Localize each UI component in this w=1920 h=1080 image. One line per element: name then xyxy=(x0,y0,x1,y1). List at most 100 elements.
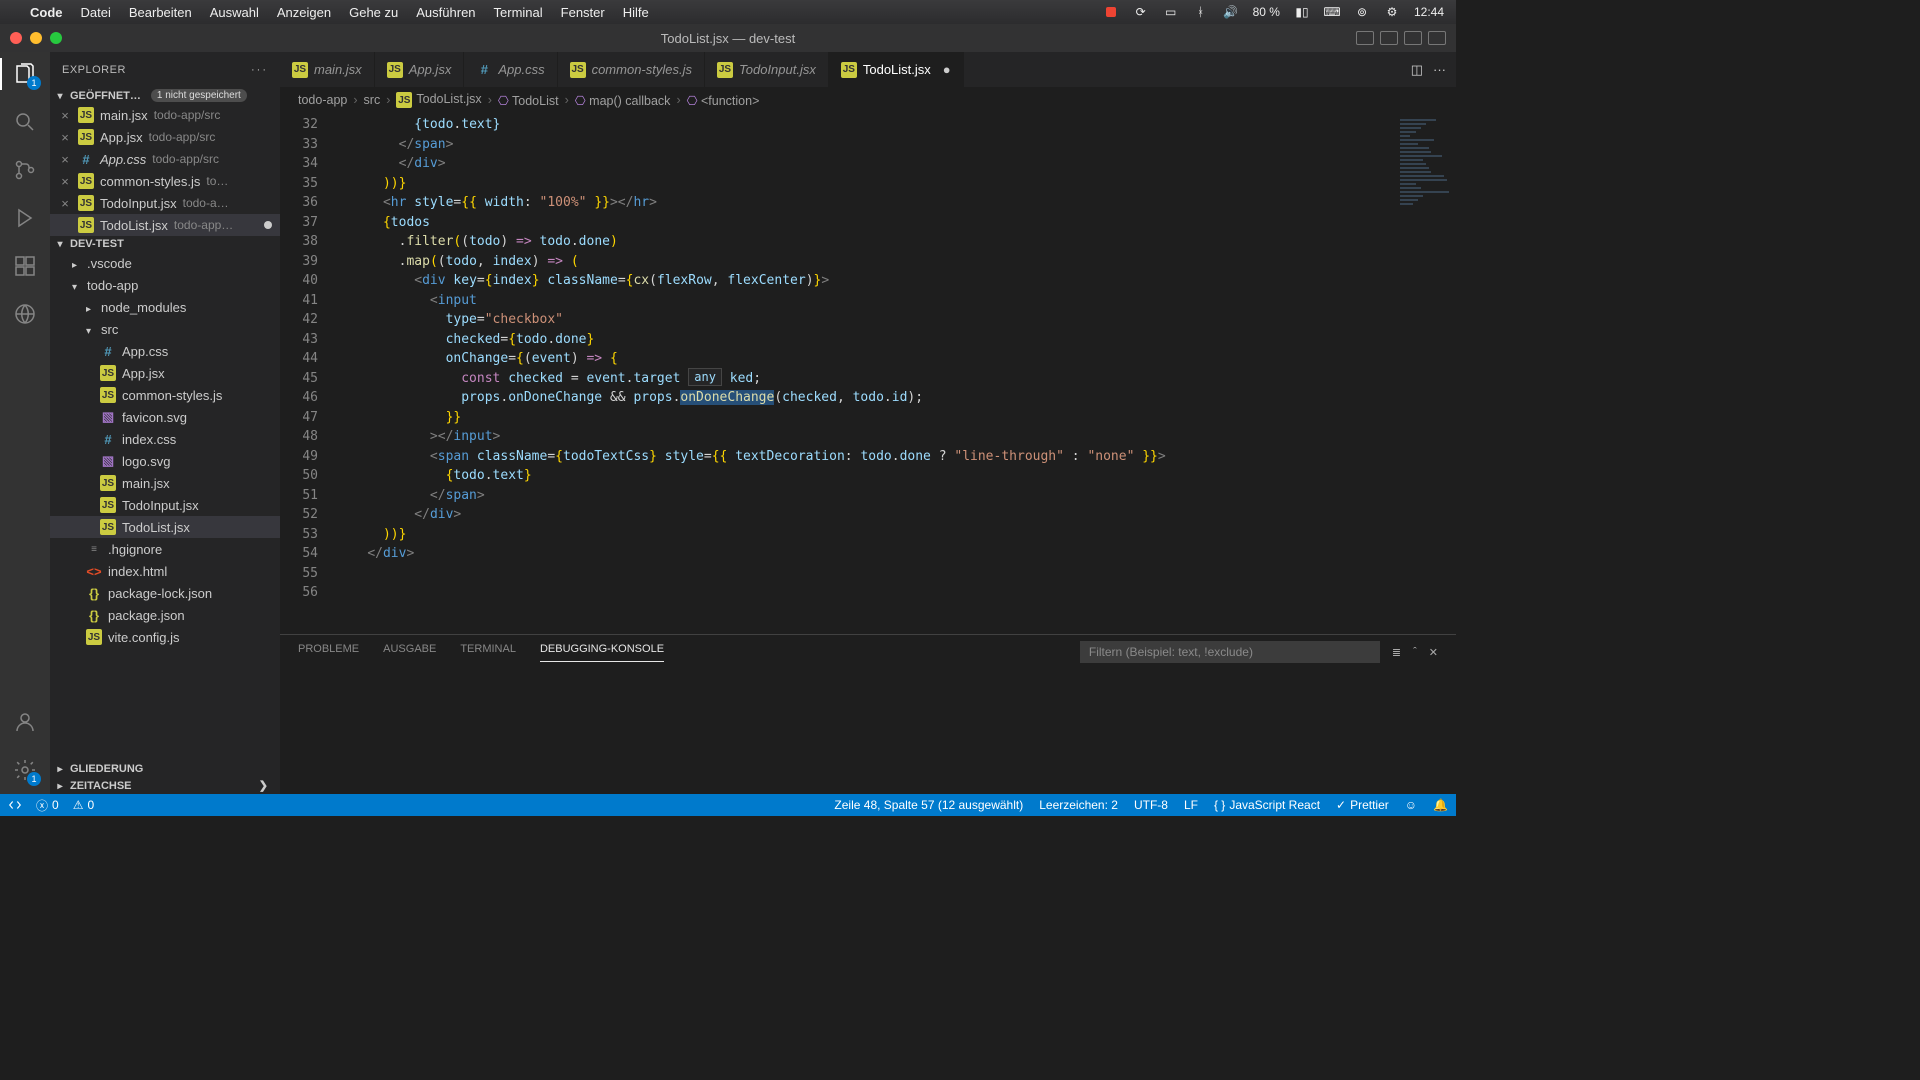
editor-tab[interactable]: JScommon-styles.js xyxy=(558,52,705,87)
feedback-icon[interactable]: ☺ xyxy=(1405,798,1417,812)
open-editor-item[interactable]: ×#App.css todo-app/src xyxy=(50,148,280,170)
menu-fenster[interactable]: Fenster xyxy=(561,5,605,20)
breadcrumb-item[interactable]: src xyxy=(364,93,381,107)
clock[interactable]: 12:44 xyxy=(1414,5,1444,19)
keyboard-icon[interactable]: ⌨ xyxy=(1324,4,1340,20)
layout-icon[interactable] xyxy=(1428,31,1446,45)
tab-more-icon[interactable]: ··· xyxy=(1433,62,1446,77)
editor-tab[interactable]: #App.css xyxy=(464,52,557,87)
close-icon[interactable]: × xyxy=(58,196,72,211)
file-item[interactable]: #index.css xyxy=(50,428,280,450)
bell-icon[interactable]: 🔔 xyxy=(1433,798,1448,812)
close-icon[interactable]: × xyxy=(58,174,72,189)
outline-header[interactable]: GLIEDERUNG xyxy=(50,761,280,777)
close-icon[interactable]: × xyxy=(58,130,72,145)
breadcrumb-item[interactable]: ⎔ map() callback xyxy=(575,93,671,108)
language-status[interactable]: { } JavaScript React xyxy=(1214,798,1320,812)
folder-item[interactable]: src xyxy=(50,318,280,340)
extensions-icon[interactable] xyxy=(11,252,39,280)
open-editors-header[interactable]: GEÖFFNET… 1 nicht gespeichert xyxy=(50,87,280,104)
file-item[interactable]: {}package.json xyxy=(50,604,280,626)
breadcrumb-item[interactable]: todo-app xyxy=(298,93,347,107)
menu-hilfe[interactable]: Hilfe xyxy=(623,5,649,20)
editor-tab[interactable]: JSTodoList.jsx xyxy=(829,52,964,87)
file-item[interactable]: JSvite.config.js xyxy=(50,626,280,648)
file-item[interactable]: ≡.hgignore xyxy=(50,538,280,560)
file-item[interactable]: {}package-lock.json xyxy=(50,582,280,604)
panel-tab-terminal[interactable]: TERMINAL xyxy=(460,643,516,661)
open-editor-item[interactable]: ×JSTodoInput.jsx todo-a… xyxy=(50,192,280,214)
menu-geheztu[interactable]: Gehe zu xyxy=(349,5,398,20)
encoding-status[interactable]: UTF-8 xyxy=(1134,798,1168,812)
breadcrumb-item[interactable]: ⎔ TodoList xyxy=(498,93,559,108)
menu-auswahl[interactable]: Auswahl xyxy=(210,5,259,20)
breadcrumbs[interactable]: todo-app›src›JSTodoList.jsx›⎔ TodoList›⎔… xyxy=(280,87,1456,113)
menu-terminal[interactable]: Terminal xyxy=(494,5,543,20)
remote-icon[interactable] xyxy=(11,300,39,328)
file-item[interactable]: JSTodoInput.jsx xyxy=(50,494,280,516)
app-name[interactable]: Code xyxy=(30,5,63,20)
file-item[interactable]: <>index.html xyxy=(50,560,280,582)
panel-collapse-icon[interactable]: ˆ xyxy=(1413,646,1417,658)
close-window[interactable] xyxy=(10,32,22,44)
menu-anzeigen[interactable]: Anzeigen xyxy=(277,5,331,20)
file-item[interactable]: #App.css xyxy=(50,340,280,362)
close-icon[interactable]: × xyxy=(58,152,72,167)
errors-status[interactable]: ⓧ 0 xyxy=(36,797,59,814)
menu-datei[interactable]: Datei xyxy=(81,5,111,20)
folder-item[interactable]: node_modules xyxy=(50,296,280,318)
record-icon[interactable] xyxy=(1103,4,1119,20)
open-editor-item[interactable]: ×JScommon-styles.js to… xyxy=(50,170,280,192)
volume-icon[interactable]: 🔊 xyxy=(1223,4,1239,20)
battery-icon[interactable]: ▮▯ xyxy=(1294,4,1310,20)
file-item[interactable]: ▧logo.svg xyxy=(50,450,280,472)
panel-bottom-icon[interactable] xyxy=(1380,31,1398,45)
source-control-icon[interactable] xyxy=(11,156,39,184)
folder-item[interactable]: todo-app xyxy=(50,274,280,296)
panel-tab-debug-console[interactable]: DEBUGGING-KONSOLE xyxy=(540,643,664,662)
gear-icon[interactable]: 1 xyxy=(11,756,39,784)
split-editor-icon[interactable]: ◫ xyxy=(1411,62,1423,78)
filter-icon[interactable]: ≣ xyxy=(1392,646,1401,659)
minimap[interactable] xyxy=(1396,113,1456,634)
zoom-window[interactable] xyxy=(50,32,62,44)
file-item[interactable]: JScommon-styles.js xyxy=(50,384,280,406)
open-editor-item[interactable]: JSTodoList.jsx todo-app… xyxy=(50,214,280,236)
file-item[interactable]: JSmain.jsx xyxy=(50,472,280,494)
breadcrumb-item[interactable]: JSTodoList.jsx xyxy=(396,92,481,109)
control-center-icon[interactable]: ⚙ xyxy=(1384,4,1400,20)
remote-status-icon[interactable] xyxy=(8,798,22,812)
editor-tab[interactable]: JSApp.jsx xyxy=(375,52,465,87)
editor-tab[interactable]: JSmain.jsx xyxy=(280,52,375,87)
search-icon[interactable] xyxy=(11,108,39,136)
panel-tab-probleme[interactable]: PROBLEME xyxy=(298,643,359,661)
file-item[interactable]: ▧favicon.svg xyxy=(50,406,280,428)
account-icon[interactable] xyxy=(11,708,39,736)
wifi-icon[interactable]: ⊚ xyxy=(1354,4,1370,20)
folder-header[interactable]: DEV-TEST xyxy=(50,236,280,252)
indent-status[interactable]: Leerzeichen: 2 xyxy=(1039,798,1118,812)
cursor-position[interactable]: Zeile 48, Spalte 57 (12 ausgewählt) xyxy=(834,798,1023,812)
panel-right-icon[interactable] xyxy=(1404,31,1422,45)
panel-left-icon[interactable] xyxy=(1356,31,1374,45)
editor-tab[interactable]: JSTodoInput.jsx xyxy=(705,52,829,87)
open-editor-item[interactable]: ×JSmain.jsx todo-app/src xyxy=(50,104,280,126)
run-debug-icon[interactable] xyxy=(11,204,39,232)
warnings-status[interactable]: ⚠ 0 xyxy=(73,798,94,812)
folder-item[interactable]: .vscode xyxy=(50,252,280,274)
file-item[interactable]: JSTodoList.jsx xyxy=(50,516,280,538)
breadcrumb-item[interactable]: ⎔ <function> xyxy=(687,93,760,108)
bluetooth-icon[interactable]: ᚼ xyxy=(1193,4,1209,20)
panel-close-icon[interactable]: ✕ xyxy=(1429,646,1438,659)
close-icon[interactable]: × xyxy=(58,108,72,123)
eol-status[interactable]: LF xyxy=(1184,798,1198,812)
open-editor-item[interactable]: ×JSApp.jsx todo-app/src xyxy=(50,126,280,148)
sidebar-more-icon[interactable]: ··· xyxy=(251,64,268,76)
display-icon[interactable]: ▭ xyxy=(1163,4,1179,20)
code-editor[interactable]: {todo.text} </span> </div> ))} <hr style… xyxy=(336,113,1396,634)
minimize-window[interactable] xyxy=(30,32,42,44)
panel-tab-ausgabe[interactable]: AUSGABE xyxy=(383,643,436,661)
explorer-icon[interactable]: 1 xyxy=(11,60,39,88)
prettier-status[interactable]: ✓ Prettier xyxy=(1336,798,1389,812)
menu-bearbeiten[interactable]: Bearbeiten xyxy=(129,5,192,20)
